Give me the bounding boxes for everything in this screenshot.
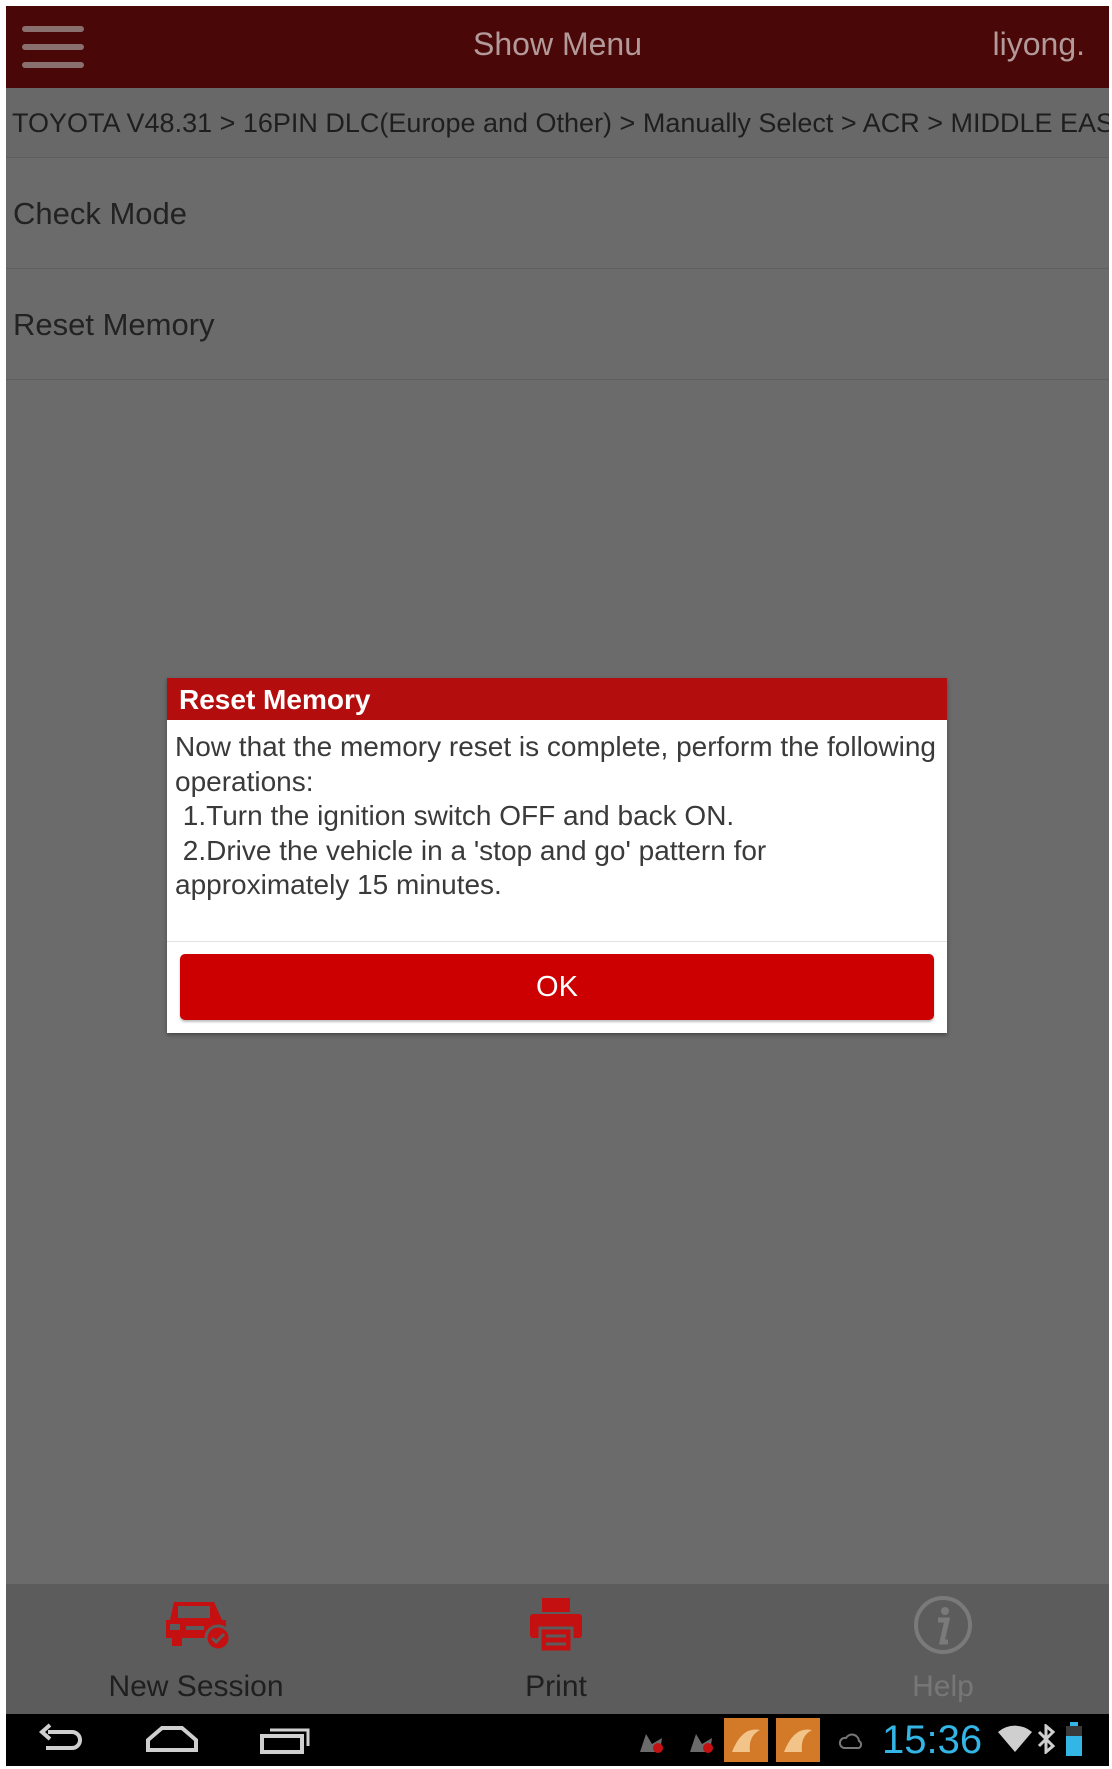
car-check-icon (160, 1594, 232, 1659)
show-menu-title[interactable]: Show Menu (6, 26, 1109, 63)
print-label: Print (525, 1670, 587, 1703)
back-icon[interactable] (36, 1722, 86, 1763)
dialog-message: Now that the memory reset is complete, p… (167, 720, 947, 910)
weather-icon (838, 1730, 864, 1757)
dialog-message-line: 2.Drive the vehicle in a 'stop and go' p… (175, 834, 775, 901)
breadcrumb: TOYOTA V48.31 > 16PIN DLC(Europe and Oth… (6, 88, 1109, 158)
menu-item-reset-memory[interactable]: Reset Memory (6, 270, 1109, 380)
print-button[interactable]: Print (456, 1584, 656, 1714)
app-icon (776, 1718, 820, 1766)
printer-icon (526, 1594, 586, 1659)
home-icon[interactable] (144, 1722, 200, 1763)
bluetooth-icon (1036, 1722, 1056, 1759)
menu-item-check-mode[interactable]: Check Mode (6, 159, 1109, 269)
system-nav-bar: 15:36 (6, 1714, 1109, 1766)
top-bar: Show Menu liyong. (6, 6, 1109, 88)
battery-icon (1064, 1722, 1084, 1761)
clock: 15:36 (882, 1718, 983, 1762)
dialog-message-line: Now that the memory reset is complete, p… (175, 731, 936, 797)
dialog-title: Reset Memory (167, 678, 947, 720)
reset-memory-dialog: Reset Memory Now that the memory reset i… (167, 678, 947, 1033)
app-screen: Show Menu liyong. TOYOTA V48.31 > 16PIN … (6, 6, 1109, 1766)
recent-apps-icon[interactable] (258, 1722, 312, 1763)
new-session-button[interactable]: New Session (46, 1584, 346, 1714)
notification-icon (684, 1726, 718, 1761)
help-label: Help (912, 1670, 974, 1703)
info-icon (912, 1594, 974, 1661)
notification-icon (634, 1726, 668, 1761)
dialog-divider (167, 941, 947, 942)
help-button[interactable]: Help (843, 1584, 1043, 1714)
ok-button[interactable]: OK (180, 954, 934, 1020)
app-icon (724, 1718, 768, 1766)
wifi-icon (996, 1724, 1034, 1759)
new-session-label: New Session (108, 1670, 284, 1703)
bottom-toolbar: New Session Print Help (6, 1584, 1109, 1714)
dialog-message-line: 1.Turn the ignition switch OFF and back … (175, 800, 735, 831)
user-name: liyong. (992, 26, 1086, 62)
